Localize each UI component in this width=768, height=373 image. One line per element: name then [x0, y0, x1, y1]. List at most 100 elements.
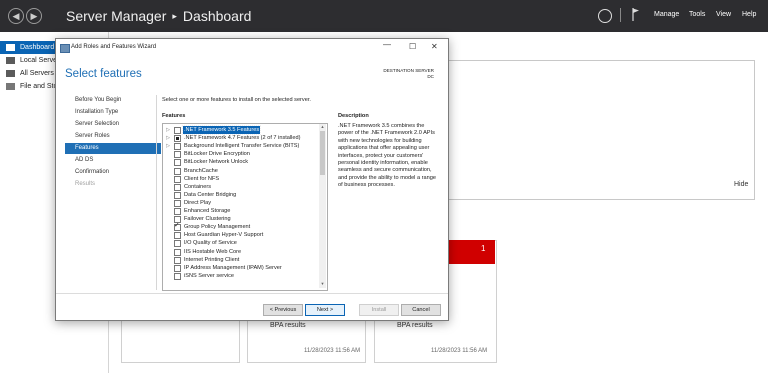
feature-checkbox[interactable]	[174, 175, 181, 183]
step-installation-type[interactable]: Installation Type	[75, 109, 118, 115]
feature-label[interactable]: Direct Play	[183, 199, 212, 207]
scrollbar-thumb[interactable]	[320, 131, 325, 175]
feature-checkbox[interactable]	[174, 167, 181, 175]
menu-help[interactable]: Help	[742, 11, 756, 18]
feature-label[interactable]: IP Address Management (IPAM) Server	[183, 264, 283, 272]
feature-label[interactable]: Group Policy Management	[183, 223, 251, 231]
feature-label[interactable]: Internet Printing Client	[183, 256, 240, 264]
feature-checkbox[interactable]	[174, 143, 181, 151]
notifications-flag-icon[interactable]	[632, 8, 640, 21]
feature-checkbox[interactable]	[174, 199, 181, 207]
feature-item[interactable]: Direct Play	[163, 199, 317, 207]
feature-item[interactable]: Group Policy Management	[163, 222, 317, 232]
feature-checkbox[interactable]	[174, 127, 181, 134]
feature-checkbox[interactable]	[174, 248, 181, 256]
feature-label[interactable]: I/O Quality of Service	[183, 239, 238, 247]
feature-item[interactable]: Client for NFS	[163, 175, 317, 183]
feature-item[interactable]: iSNS Server service	[163, 272, 317, 280]
install-button: Install	[359, 304, 399, 316]
feature-label[interactable]: Enhanced Storage	[183, 207, 231, 215]
feature-label[interactable]: Host Guardian Hyper-V Support	[183, 231, 264, 239]
feature-label[interactable]: Data Center Bridging	[183, 191, 237, 199]
bpa-results-label[interactable]: BPA results	[270, 322, 306, 329]
feature-item[interactable]: BranchCache	[163, 167, 317, 175]
maximize-button[interactable]: ☐	[409, 42, 416, 51]
expand-chevron-icon[interactable]: ▷	[165, 134, 171, 142]
minimize-button[interactable]: —	[383, 40, 391, 49]
features-tree[interactable]: iSNS Server service IP Address Management…	[162, 123, 328, 291]
feature-item[interactable]: ▷ Background Intelligent Transfer Service…	[163, 142, 317, 151]
bpa-results-label[interactable]: BPA results	[397, 322, 433, 329]
alert-count: 1	[481, 244, 486, 253]
scroll-up-icon[interactable]: ▲	[319, 124, 326, 129]
feature-label[interactable]: Failover Clustering	[183, 215, 232, 223]
feature-checkbox[interactable]	[174, 272, 181, 280]
scroll-down-icon[interactable]: ▼	[319, 281, 326, 286]
feature-item[interactable]: Failover Clustering	[163, 215, 317, 224]
breadcrumb: Server Manager ▸ Dashboard	[66, 8, 251, 24]
expand-chevron-icon[interactable]: ▷	[165, 142, 171, 150]
feature-label[interactable]: BitLocker Network Unlock	[183, 158, 249, 166]
feature-label[interactable]: BitLocker Drive Encryption	[183, 150, 251, 158]
feature-label[interactable]: iSNS Server service	[183, 272, 235, 280]
feature-label[interactable]: IIS Hostable Web Core	[183, 248, 242, 256]
sidebar-item-label: All Servers	[20, 70, 54, 77]
wizard-title-bar[interactable]: Add Roles and Features Wizard — ☐ ✕	[56, 39, 448, 57]
feature-label[interactable]: Background Intelligent Transfer Service …	[183, 142, 300, 150]
hide-link[interactable]: Hide	[734, 181, 748, 188]
menu-manage[interactable]: Manage	[654, 11, 679, 18]
menu-view[interactable]: View	[716, 11, 731, 18]
feature-checkbox[interactable]	[174, 159, 181, 167]
feature-checkbox[interactable]	[174, 256, 181, 264]
feature-checkbox[interactable]	[174, 191, 181, 199]
feature-checkbox[interactable]	[174, 151, 181, 159]
feature-item[interactable]: I/O Quality of Service	[163, 239, 317, 248]
wizard-title: Add Roles and Features Wizard	[71, 44, 157, 50]
previous-button[interactable]: < Previous	[263, 304, 303, 316]
feature-checkbox[interactable]	[174, 216, 181, 224]
servers-icon	[6, 70, 15, 77]
feature-checkbox[interactable]	[174, 222, 181, 232]
step-server-roles[interactable]: Server Roles	[75, 133, 110, 139]
feature-item[interactable]: BitLocker Drive Encryption	[163, 150, 317, 159]
feature-label[interactable]: BranchCache	[183, 167, 219, 175]
feature-label[interactable]: .NET Framework 4.7 Features (2 of 7 inst…	[183, 134, 301, 142]
feature-checkbox[interactable]	[174, 208, 181, 215]
feature-label[interactable]: Containers	[183, 183, 212, 191]
feature-checkbox[interactable]	[174, 135, 181, 143]
feature-item[interactable]: Host Guardian Hyper-V Support	[163, 231, 317, 240]
cancel-button[interactable]: Cancel	[401, 304, 441, 316]
storage-icon	[6, 83, 15, 90]
feature-item[interactable]: ▷ .NET Framework 4.7 Features (2 of 7 ins…	[163, 134, 317, 143]
feature-label[interactable]: Client for NFS	[183, 175, 220, 183]
breadcrumb-separator: ▸	[172, 11, 177, 21]
feature-checkbox[interactable]	[174, 240, 181, 248]
step-before-you-begin[interactable]: Before You Begin	[75, 97, 121, 103]
back-arrow-icon[interactable]: ◀	[8, 8, 24, 24]
tile-timestamp: 11/28/2023 11:56 AM	[431, 348, 488, 354]
feature-item[interactable]: Containers	[163, 183, 317, 191]
feature-item[interactable]: BitLocker Network Unlock	[163, 158, 317, 167]
feature-label[interactable]: .NET Framework 3.5 Features	[181, 125, 262, 135]
feature-item[interactable]: ▷ .NET Framework 3.5 Features	[163, 125, 317, 135]
menu-tools[interactable]: Tools	[689, 11, 705, 18]
app-title: Server Manager	[66, 8, 167, 24]
forward-arrow-icon[interactable]: ▶	[26, 8, 42, 24]
feature-checkbox[interactable]	[174, 264, 181, 272]
step-server-selection[interactable]: Server Selection	[75, 121, 119, 127]
expand-chevron-icon[interactable]: ▷	[165, 126, 171, 134]
next-button[interactable]: Next >	[305, 304, 345, 316]
feature-item[interactable]: Internet Printing Client	[163, 256, 317, 264]
feature-checkbox[interactable]	[174, 183, 181, 191]
step-ad-ds[interactable]: AD DS	[75, 157, 93, 163]
feature-item[interactable]: IP Address Management (IPAM) Server	[163, 264, 317, 272]
step-features[interactable]: Features	[65, 143, 161, 154]
step-confirmation[interactable]: Confirmation	[75, 169, 109, 175]
feature-checkbox[interactable]	[174, 232, 181, 240]
feature-item[interactable]: Enhanced Storage	[163, 207, 317, 215]
feature-item[interactable]: IIS Hostable Web Core	[163, 248, 317, 256]
refresh-icon[interactable]	[598, 9, 612, 23]
feature-item[interactable]: Data Center Bridging	[163, 191, 317, 199]
features-scrollbar[interactable]: ▲ ▼	[319, 124, 326, 288]
close-button[interactable]: ✕	[431, 42, 438, 51]
